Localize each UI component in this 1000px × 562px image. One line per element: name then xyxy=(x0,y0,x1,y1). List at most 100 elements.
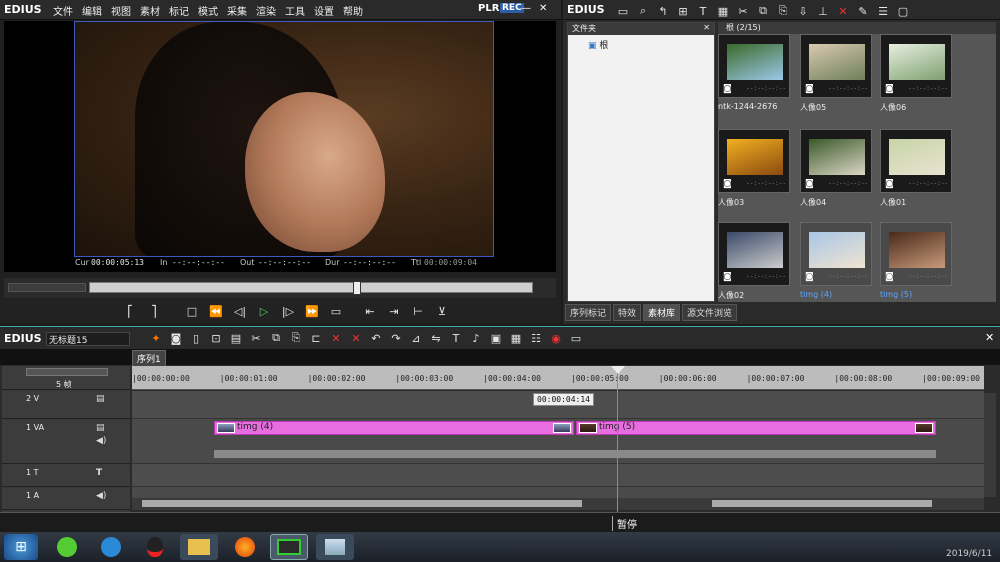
copy-icon[interactable]: ⧉ xyxy=(755,3,771,19)
delete-icon[interactable]: ✕ xyxy=(835,3,851,19)
shuttle-slider[interactable] xyxy=(8,283,86,292)
time-ruler[interactable]: |00:00:00:00 |00:00:01:00 |00:00:02:00 |00:… xyxy=(132,366,984,390)
close-icon[interactable]: ✕ xyxy=(539,3,547,14)
stop-icon[interactable]: □ xyxy=(184,303,200,319)
menu-render[interactable]: 渲染 xyxy=(256,3,276,18)
menu-file[interactable]: 文件 xyxy=(53,3,73,18)
taskbar-app-other[interactable] xyxy=(316,534,354,560)
menu-settings[interactable]: 设置 xyxy=(314,3,334,18)
cut-icon[interactable]: ✂ xyxy=(735,3,751,19)
color-bars-icon[interactable]: ▦ xyxy=(715,3,731,19)
redo-icon[interactable]: ↷ xyxy=(388,330,404,346)
add-clip-icon[interactable]: ⊞ xyxy=(675,3,691,19)
tab-effects[interactable]: 特效 xyxy=(613,304,642,321)
zoom-slider[interactable] xyxy=(26,368,108,376)
position-handle[interactable] xyxy=(353,281,361,295)
bin-clip[interactable]: ◙ --:--:--:-- 人像06 xyxy=(880,34,952,112)
menu-mode[interactable]: 模式 xyxy=(198,3,218,18)
split-icon[interactable]: ⊢ xyxy=(410,303,426,319)
track-1t[interactable]: 1 T T xyxy=(2,465,130,487)
properties-icon[interactable]: ✎ xyxy=(855,3,871,19)
transition-icon[interactable]: ⇋ xyxy=(428,330,444,346)
up-folder-icon[interactable]: ↰ xyxy=(655,3,671,19)
track-1a[interactable]: 1 A ◀) xyxy=(2,488,130,510)
minimize-icon[interactable]: — xyxy=(521,3,531,14)
menu-marker[interactable]: 标记 xyxy=(169,3,189,18)
menu-tools[interactable]: 工具 xyxy=(285,3,305,18)
timeline-cursor-head[interactable] xyxy=(611,366,625,374)
bin-clip[interactable]: ◙ --:--:--:-- 人像05 xyxy=(800,34,872,112)
overwrite-icon[interactable]: ⇥ xyxy=(386,303,402,319)
record-icon[interactable]: ◉ xyxy=(548,330,564,346)
folder-root[interactable]: ▣ 根 xyxy=(588,38,608,51)
insert-icon[interactable]: ⇤ xyxy=(362,303,378,319)
rewind-icon[interactable]: ⏪ xyxy=(208,303,224,319)
open-icon[interactable]: ⊡ xyxy=(208,330,224,346)
copy-icon[interactable]: ⧉ xyxy=(268,330,284,346)
timeline-cursor[interactable] xyxy=(617,366,618,512)
view-icon[interactable]: ☰ xyxy=(875,3,891,19)
output-icon[interactable]: ▭ xyxy=(568,330,584,346)
menu-view[interactable]: 视图 xyxy=(111,3,131,18)
bin-clip[interactable]: ◙ --:--:--:-- 人像04 xyxy=(800,129,872,207)
delete-icon[interactable]: ✕ xyxy=(328,330,344,346)
timeline-close-icon[interactable]: ✕ xyxy=(985,331,994,344)
plr-mode-button[interactable]: PLR xyxy=(478,3,499,14)
taskbar-app-firefox[interactable] xyxy=(226,534,264,560)
hscroll-thumb-2[interactable] xyxy=(712,500,932,507)
text-icon[interactable]: T xyxy=(448,330,464,346)
mode-icon[interactable]: ✦ xyxy=(148,330,164,346)
menu-capture[interactable]: 采集 xyxy=(227,3,247,18)
timeline-hscroll[interactable] xyxy=(132,498,984,510)
taskbar-app-ie[interactable] xyxy=(92,534,130,560)
bin-clip[interactable]: ◙ --:--:--:-- timg (5) xyxy=(880,222,952,299)
menu-help[interactable]: 帮助 xyxy=(343,3,363,18)
timeline-vscroll[interactable] xyxy=(984,393,996,497)
taskbar-app-qq[interactable] xyxy=(136,534,174,560)
play-icon[interactable]: ▷ xyxy=(256,303,272,319)
tab-source-browser[interactable]: 源文件浏览 xyxy=(682,304,738,321)
speaker-icon[interactable]: ◀) xyxy=(96,491,106,501)
set-out-icon[interactable]: ⎤ xyxy=(146,303,162,319)
search-icon[interactable]: ⌕ xyxy=(635,3,651,19)
bin-clip[interactable]: ◙ --:--:--:-- 人像02 xyxy=(718,222,790,300)
loop-icon[interactable]: ▭ xyxy=(328,303,344,319)
track-1va[interactable]: 1 VA ▤ ◀) xyxy=(2,420,130,464)
menu-clip[interactable]: 素材 xyxy=(140,3,160,18)
folder-close-icon[interactable]: ✕ xyxy=(703,23,710,32)
position-slider[interactable] xyxy=(89,281,533,295)
timeline-clip[interactable]: timg (5) xyxy=(576,421,936,435)
tab-sequence-markers[interactable]: 序列标记 xyxy=(565,304,612,321)
export-icon[interactable]: ⊻ xyxy=(434,303,450,319)
mixer-icon[interactable]: ☷ xyxy=(528,330,544,346)
folder-icon[interactable]: ▭ xyxy=(615,3,631,19)
start-button[interactable]: ⊞ xyxy=(4,534,38,560)
set-in-icon[interactable]: ⎡ xyxy=(122,303,138,319)
title-icon[interactable]: T xyxy=(695,3,711,19)
fast-forward-icon[interactable]: ⏩ xyxy=(304,303,320,319)
taskbar-app-explorer[interactable] xyxy=(180,534,218,560)
save-icon[interactable]: ▤ xyxy=(228,330,244,346)
place-icon[interactable]: ⊥ xyxy=(815,3,831,19)
tab-bin[interactable]: 素材库 xyxy=(643,304,681,321)
track-2v[interactable]: 2 V ▤ xyxy=(2,391,130,419)
bin-menu-icon[interactable]: ▢ xyxy=(895,3,911,19)
marker-icon[interactable]: ⊿ xyxy=(408,330,424,346)
lane-1t[interactable] xyxy=(132,465,984,487)
step-back-icon[interactable]: ◁| xyxy=(232,303,248,319)
video-mute-icon[interactable]: ▤ xyxy=(96,394,105,404)
lane-1va[interactable]: timg (4) timg (5) xyxy=(132,420,984,464)
mic-icon[interactable]: ♪ xyxy=(468,330,484,346)
timeline-clip[interactable]: timg (4) xyxy=(214,421,574,435)
cut-icon[interactable]: ✂ xyxy=(248,330,264,346)
undo-icon[interactable]: ↶ xyxy=(368,330,384,346)
step-forward-icon[interactable]: |▷ xyxy=(280,303,296,319)
hscroll-thumb[interactable] xyxy=(142,500,582,507)
snapshot-icon[interactable]: ▣ xyxy=(488,330,504,346)
add-to-timeline-icon[interactable]: ⇩ xyxy=(795,3,811,19)
ripple-delete-icon[interactable]: ✕ xyxy=(348,330,364,346)
taskbar-app-edius[interactable] xyxy=(270,534,308,560)
paste-icon[interactable]: ⎘ xyxy=(288,330,304,346)
link-icon[interactable]: ⊏ xyxy=(308,330,324,346)
bin-clip[interactable]: ◙ --:--:--:-- timg (4) xyxy=(800,222,872,299)
